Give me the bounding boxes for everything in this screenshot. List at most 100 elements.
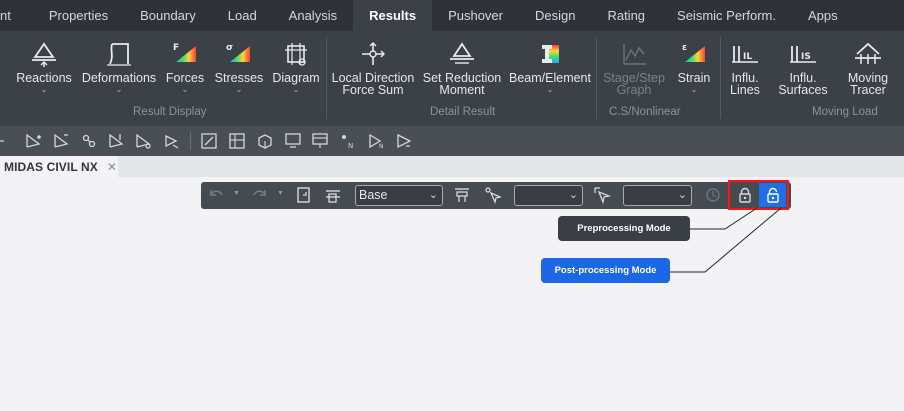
- mode-switch-highlight: [728, 180, 789, 210]
- svg-text:σ: σ: [226, 43, 233, 53]
- tab-results[interactable]: Results: [353, 0, 433, 31]
- svg-text:IL: IL: [743, 52, 752, 62]
- local-direction-force-sum-button[interactable]: Local Direction Force Sum: [330, 31, 416, 106]
- element-display-icon[interactable]: [52, 132, 70, 150]
- beam-element-button[interactable]: Beam/Element ⌄: [508, 31, 592, 106]
- group-label-result-display: Result Display: [133, 106, 207, 118]
- group-label-detail-result: Detail Result: [430, 106, 496, 118]
- menu-tab-bar: nt Properties Boundary Load Analysis Res…: [0, 0, 904, 31]
- forces-icon: F: [173, 43, 196, 62]
- grid-view-icon[interactable]: [228, 132, 246, 150]
- load-case-icon[interactable]: [453, 186, 471, 204]
- chevron-down-icon: ⌄: [235, 85, 243, 94]
- ribbon: Reactions ⌄ Deformations ⌄ F Forces ⌄ σ …: [0, 31, 904, 126]
- monitor-view-icon[interactable]: [284, 132, 302, 150]
- property-display-icon[interactable]: [134, 132, 152, 150]
- chevron-down-icon: ⌄: [115, 85, 123, 94]
- document-tab[interactable]: MIDAS CIVIL NX ✕: [0, 156, 118, 177]
- set-reduction-moment-button[interactable]: Set Reduction Moment: [421, 31, 503, 106]
- post-processing-mode-callout: Post-processing Mode: [541, 258, 670, 283]
- svg-text:IS: IS: [801, 52, 811, 62]
- svg-text:N: N: [379, 143, 384, 150]
- display-option-icon[interactable]: [162, 132, 180, 150]
- group-divider: [596, 37, 597, 119]
- reactions-button[interactable]: Reactions ⌄: [12, 31, 76, 106]
- group-divider: [720, 37, 721, 119]
- reactions-label: Reactions: [16, 71, 72, 85]
- undo-icon[interactable]: [207, 186, 225, 204]
- history-icon[interactable]: [704, 186, 722, 204]
- influence-surfaces-icon: IS: [790, 46, 816, 63]
- strain-button[interactable]: ε Strain ⌄: [673, 31, 715, 106]
- preprocessing-mode-callout: Preprocessing Mode: [558, 216, 690, 241]
- svg-text:F: F: [173, 43, 179, 53]
- moving-tracer-icon: [855, 42, 881, 64]
- document-tab-strip: MIDAS CIVIL NX ✕: [0, 156, 904, 177]
- element-tag-icon[interactable]: [395, 132, 413, 150]
- stage-step-graph-icon: [623, 44, 646, 65]
- partial-icon[interactable]: [0, 132, 12, 150]
- stage-document-icon[interactable]: [295, 186, 313, 204]
- deformations-button[interactable]: Deformations ⌄: [80, 31, 158, 106]
- reactions-icon: [32, 42, 56, 67]
- tab-load[interactable]: Load: [212, 0, 273, 31]
- strain-icon: ε: [682, 43, 705, 62]
- chevron-down-icon: ⌄: [677, 189, 687, 201]
- stage-select[interactable]: Base ⌄: [355, 185, 443, 206]
- element-number-icon[interactable]: N: [367, 132, 385, 150]
- stage-step-graph-label-line2: Graph: [616, 83, 652, 97]
- stresses-icon: σ: [226, 43, 250, 62]
- redo-icon[interactable]: [251, 186, 269, 204]
- iso-view-icon[interactable]: [256, 132, 274, 150]
- forces-label: Forces: [165, 71, 205, 85]
- tab-pushover[interactable]: Pushover: [432, 0, 519, 31]
- influence-lines-icon: IL: [732, 46, 758, 63]
- local-direction-force-sum-label-line2: Force Sum: [342, 83, 404, 97]
- tab-modeling-partial[interactable]: nt: [0, 0, 33, 31]
- node-number-icon[interactable]: N: [339, 132, 357, 150]
- tab-boundary[interactable]: Boundary: [124, 0, 212, 31]
- stage-manager-icon[interactable]: [324, 186, 342, 204]
- select-element-icon[interactable]: [484, 186, 502, 204]
- pick-icon[interactable]: [593, 186, 611, 204]
- chevron-down-icon: ⌄: [568, 189, 578, 201]
- influ-surfaces-button[interactable]: IS Influ. Surfaces: [774, 31, 832, 106]
- beam-element-icon: [542, 45, 559, 63]
- result-select-2[interactable]: ⌄: [623, 185, 692, 206]
- tab-apps[interactable]: Apps: [792, 0, 854, 31]
- forces-button[interactable]: F Forces ⌄: [163, 31, 207, 106]
- tab-design[interactable]: Design: [519, 0, 591, 31]
- influ-lines-button[interactable]: IL Influ. Lines: [723, 31, 767, 106]
- stresses-button[interactable]: σ Stresses ⌄: [213, 31, 265, 106]
- set-reduction-moment-icon: [450, 42, 474, 64]
- chevron-down-icon: ⌄: [292, 85, 300, 94]
- tab-rating[interactable]: Rating: [591, 0, 661, 31]
- strain-label: Strain: [677, 71, 711, 85]
- chevron-down-icon: ⌄: [181, 85, 189, 94]
- preprocessing-mode-button[interactable]: [731, 183, 758, 207]
- node-display-icon[interactable]: [24, 132, 42, 150]
- result-select-1[interactable]: ⌄: [514, 185, 583, 206]
- view-window-icon[interactable]: [200, 132, 218, 150]
- boundary-display-icon[interactable]: [80, 132, 98, 150]
- chevron-down-icon[interactable]: ▼: [233, 190, 240, 197]
- tab-properties[interactable]: Properties: [33, 0, 124, 31]
- close-icon[interactable]: ✕: [107, 160, 117, 174]
- chevron-down-icon: ⌄: [428, 189, 438, 201]
- secondary-toolbar: N N: [0, 126, 904, 156]
- toolbar-divider: [190, 132, 191, 150]
- lock-closed-icon: [738, 187, 751, 203]
- tab-analysis[interactable]: Analysis: [273, 0, 353, 31]
- local-direction-force-sum-icon: [362, 42, 385, 65]
- post-processing-mode-button[interactable]: [759, 183, 786, 207]
- moving-tracer-button[interactable]: Moving Tracer: [840, 31, 896, 106]
- table-view-icon[interactable]: [311, 132, 329, 150]
- svg-text:ε: ε: [682, 43, 687, 53]
- chevron-down-icon[interactable]: ▼: [277, 190, 284, 197]
- load-display-icon[interactable]: [107, 132, 125, 150]
- tab-seismic-perform[interactable]: Seismic Perform.: [661, 0, 792, 31]
- group-divider: [326, 37, 327, 119]
- diagram-button[interactable]: Diagram ⌄: [270, 31, 322, 106]
- group-label-cs-nonlinear: C.S/Nonlinear: [609, 106, 681, 118]
- stage-step-graph-button[interactable]: Stage/Step Graph: [600, 31, 668, 106]
